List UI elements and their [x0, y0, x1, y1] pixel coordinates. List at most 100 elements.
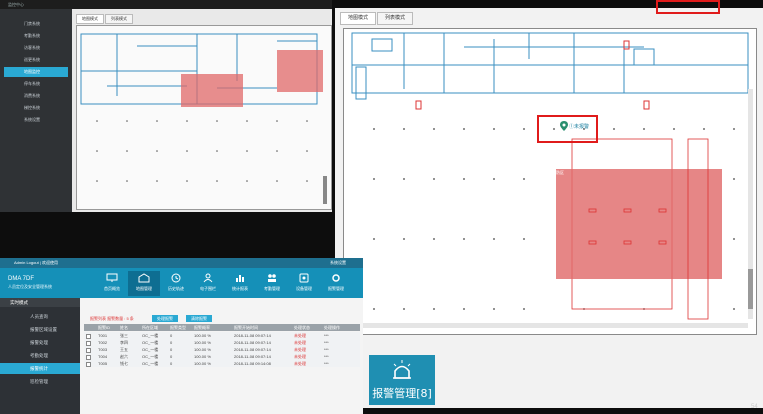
- floor-map-large[interactable]: [343, 28, 757, 335]
- nav-fence[interactable]: 电子围栏: [192, 271, 224, 296]
- alarm-management-logo: 报警管理[8]: [369, 355, 435, 405]
- sidebar-item[interactable]: 巡更系统: [4, 55, 68, 65]
- user-info[interactable]: Admin Logout | 欢迎使用: [14, 260, 58, 266]
- building-icon: [138, 273, 150, 283]
- nav-fence-label: 电子围栏: [200, 286, 216, 291]
- scrollbar-small: [323, 176, 327, 204]
- table-cell: 2018-11-08 09:07:14: [234, 340, 271, 345]
- table-row[interactable]: T003 王五 OC_一楼 0 100.00 % 2018-11-08 09:07:14 未…: [84, 346, 360, 353]
- handle-alarm-button[interactable]: 处理报警: [152, 315, 178, 322]
- table-cell: 未处理: [294, 340, 306, 345]
- device-icon: [299, 273, 309, 283]
- nav-alarm-label: 报警管理: [328, 286, 344, 291]
- table-row[interactable]: T005 钱七 OC_一楼 0 100.00 % 2018-11-08 09:14:08 未…: [84, 360, 360, 367]
- table-cell: T002: [98, 340, 108, 345]
- tab-list-mode[interactable]: 列表模式: [105, 14, 133, 24]
- floor-plan-large: [351, 32, 753, 328]
- table-cell: 报警开始时间: [234, 325, 258, 330]
- table-cell: 报警类型: [170, 325, 186, 330]
- table-cell: 2018-11-08 09:07:14: [234, 347, 271, 352]
- nav-report[interactable]: 统计报表: [224, 271, 256, 296]
- table-cell: 2018-11-08 09:07:14: [234, 354, 271, 359]
- table-cell: 所在区域: [142, 325, 158, 330]
- nav-map-label: 地图管理: [136, 286, 152, 291]
- table-cell: T001: [98, 333, 108, 338]
- table-cell: ***: [324, 354, 329, 359]
- table-cell: 姓名: [120, 325, 128, 330]
- clear-alarm-button[interactable]: 清除报警: [186, 315, 212, 322]
- nav-attendance-label: 考勤管理: [264, 286, 280, 291]
- table-cell: 钱七: [120, 361, 128, 366]
- sidebar-item[interactable]: 门禁系统: [4, 19, 68, 29]
- bar-chart-icon: [236, 275, 244, 282]
- table-cell: 未处理: [294, 347, 306, 352]
- table-cell: 100.00 %: [194, 347, 211, 352]
- alarm-sidebar-item[interactable]: 人员查询: [0, 311, 80, 322]
- row-checkbox[interactable]: [86, 362, 91, 367]
- nav-attendance[interactable]: 考勤管理: [256, 271, 288, 296]
- alarm-count: 报警列表 报警数量 : 5 条: [90, 316, 134, 321]
- monitor-app-titlebar: 监控中心: [0, 0, 332, 9]
- alarm-zone-small-2: [277, 50, 323, 92]
- table-cell: 0: [170, 333, 173, 338]
- monitor-app-title: 监控中心: [8, 2, 24, 7]
- table-cell: 未处理: [294, 333, 306, 338]
- alarm-sidebar-item[interactable]: 考勤处理: [0, 350, 80, 361]
- nav-alarm[interactable]: 报警管理: [320, 271, 352, 296]
- sidebar-item[interactable]: 系统设置: [4, 115, 68, 125]
- alarm-sidebar-item[interactable]: 报警区域设置: [0, 324, 80, 335]
- table-cell: T004: [98, 354, 108, 359]
- tab-map-mode[interactable]: 地图模式: [76, 14, 104, 24]
- sidebar-item[interactable]: 访客系统: [4, 43, 68, 53]
- scrollbar-large: [748, 269, 753, 309]
- settings-link[interactable]: 系统设置: [330, 260, 346, 266]
- table-cell: OC_一楼: [142, 361, 159, 366]
- clock-icon: [171, 273, 181, 283]
- alarm-sidebar-item[interactable]: 巡检管理: [0, 376, 80, 387]
- brand-subtitle: 人员定位及安全管理系统: [8, 284, 52, 289]
- table-cell: 处理操作: [324, 325, 340, 330]
- table-row[interactable]: T004 赵六 OC_一楼 0 100.00 % 2018-11-08 09:07:14 未…: [84, 353, 360, 360]
- table-cell: OC_一楼: [142, 347, 159, 352]
- gear-icon: [332, 274, 340, 282]
- floor-plan-small: [80, 33, 327, 204]
- floor-map-small[interactable]: [76, 25, 332, 210]
- table-cell: 报警概率: [194, 325, 210, 330]
- table-row[interactable]: T002 李四 OC_一楼 0 100.00 % 2018-11-08 09:07:14 未…: [84, 339, 360, 346]
- sidebar-item[interactable]: 停车系统: [4, 79, 68, 89]
- sidebar-item[interactable]: 地图监控: [4, 67, 68, 77]
- sidebar-item[interactable]: 考勤系统: [4, 31, 68, 41]
- table-cell: 未处理: [294, 354, 306, 359]
- nav-home[interactable]: 首页概览: [96, 271, 128, 296]
- table-row[interactable]: T001 张三 OC_一楼 0 100.00 % 2018-11-08 09:07:14 未…: [84, 332, 360, 339]
- table-cell: 100.00 %: [194, 340, 211, 345]
- table-cell: ***: [324, 340, 329, 345]
- tab-list-mode-large[interactable]: 列表模式: [377, 12, 414, 25]
- table-cell: 报警ID: [98, 325, 110, 330]
- nav-map[interactable]: 地图管理: [128, 271, 160, 296]
- highlight-box-marker: [537, 115, 598, 143]
- monitor-app-sidebar: 门禁系统考勤系统访客系统巡更系统地图监控停车系统消费系统梯控系统系统设置: [0, 9, 72, 212]
- alarm-sidebar-item[interactable]: 报警处理: [0, 337, 80, 348]
- siren-icon: [393, 360, 411, 379]
- alarm-app-sidebar: 人员查询报警区域设置 报警处理考勤处理报警统计巡检管理: [0, 307, 80, 414]
- sidebar-item[interactable]: 梯控系统: [4, 103, 68, 113]
- sidebar-item[interactable]: 消费系统: [4, 91, 68, 101]
- highlight-box-top: [656, 0, 720, 14]
- side-title: 实时模式: [0, 298, 80, 307]
- person-icon: [203, 273, 213, 283]
- alarm-zone-large: [556, 169, 722, 279]
- table-cell: 赵六: [120, 354, 128, 359]
- tab-map-mode-large[interactable]: 地图模式: [340, 12, 377, 25]
- map-app-tabbar: 地图模式 列表模式: [340, 12, 414, 25]
- table-cell: 处理状态: [294, 325, 310, 330]
- table-cell: T005: [98, 361, 108, 366]
- table-cell: 2018-11-08 09:07:14: [234, 333, 271, 338]
- monitor-icon: [106, 273, 118, 282]
- alarm-sidebar-item[interactable]: 报警统计: [0, 363, 80, 374]
- brand-name: DMA 7DF: [8, 276, 35, 282]
- nav-device[interactable]: 设备管理: [288, 271, 320, 296]
- table-cell: ***: [324, 347, 329, 352]
- nav-history[interactable]: 历史轨迹: [160, 271, 192, 296]
- alarm-app-topbar: Admin Logout | 欢迎使用 系统设置: [0, 258, 363, 268]
